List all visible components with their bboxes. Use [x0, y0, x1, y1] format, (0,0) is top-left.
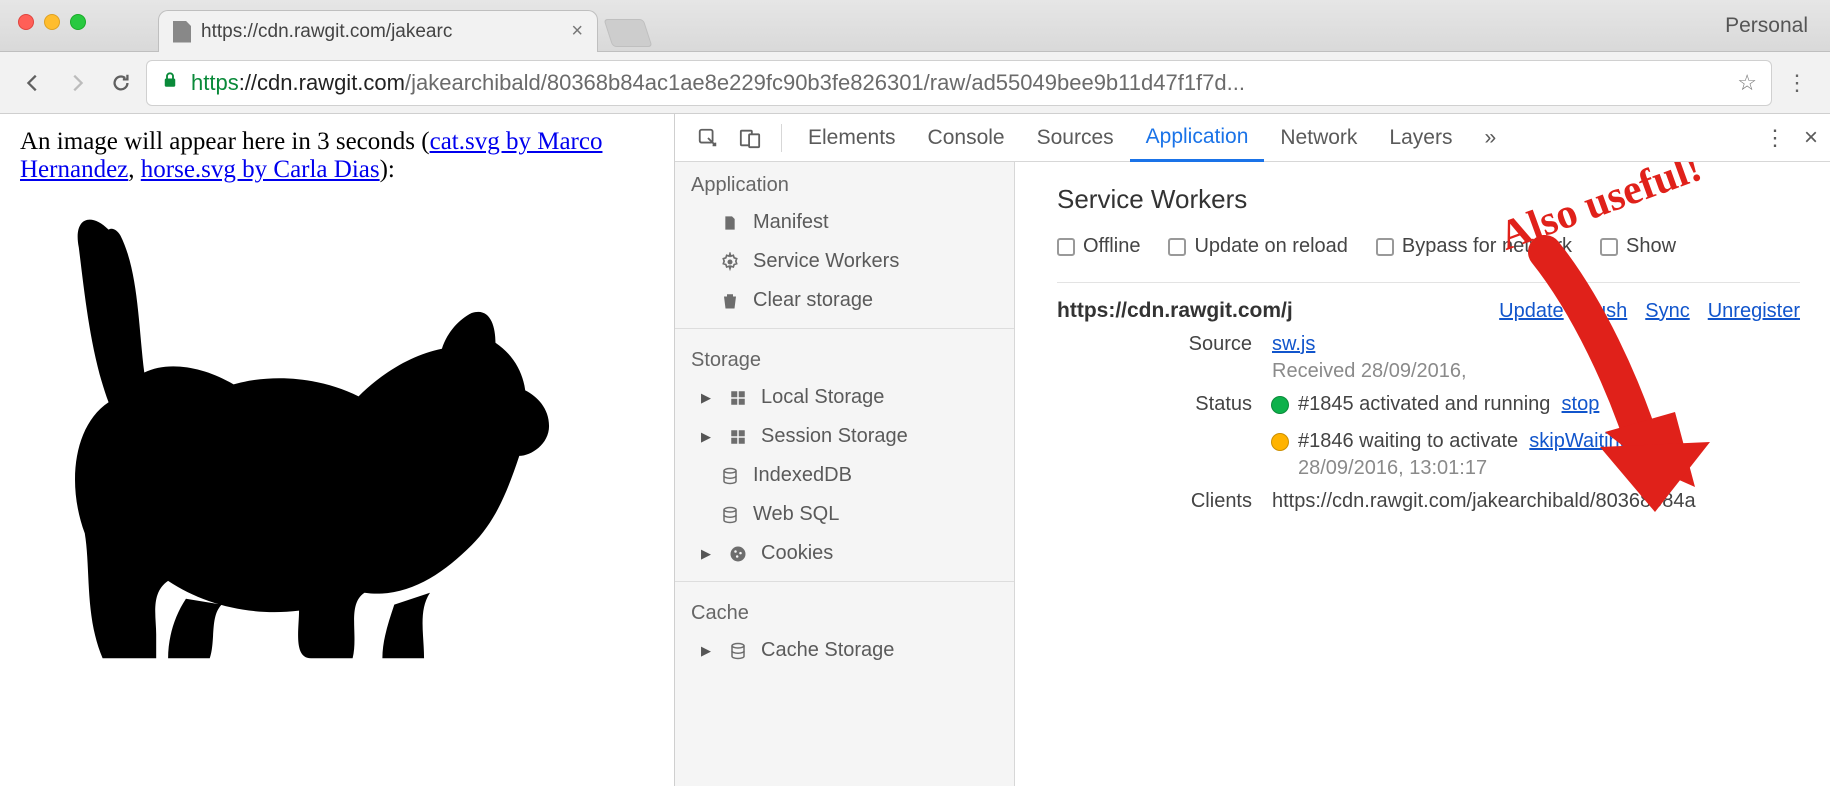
- address-bar[interactable]: https://cdn.rawgit.com/jakearchibald/803…: [146, 60, 1772, 106]
- sidebar-item-cookies[interactable]: ▶ Cookies: [675, 534, 1014, 573]
- tab-application[interactable]: Application: [1130, 114, 1265, 162]
- browser-tab[interactable]: https://cdn.rawgit.com/jakearc ×: [158, 10, 598, 52]
- application-sidebar: Application Manifest Service Workers Cle…: [675, 162, 1015, 786]
- database-icon: [719, 504, 741, 526]
- tab-network[interactable]: Network: [1264, 114, 1373, 162]
- row-clients: Clients https://cdn.rawgit.com/jakearchi…: [1057, 490, 1800, 513]
- content-split: An image will appear here in 3 seconds (…: [0, 114, 1830, 786]
- tab-title: https://cdn.rawgit.com/jakearc: [201, 21, 452, 43]
- close-window-button[interactable]: [18, 14, 34, 30]
- titlebar: https://cdn.rawgit.com/jakearc × Persona…: [0, 0, 1830, 52]
- bookmark-star-icon[interactable]: ☆: [1737, 70, 1757, 96]
- tab-sources[interactable]: Sources: [1021, 114, 1130, 162]
- sidebar-item-websql[interactable]: Web SQL: [675, 495, 1014, 534]
- database-icon: [719, 465, 741, 487]
- file-icon: [719, 212, 741, 234]
- tab-console[interactable]: Console: [912, 114, 1021, 162]
- sb-section-cache: Cache: [675, 590, 1014, 631]
- sw-sync-link[interactable]: Sync: [1645, 300, 1689, 323]
- page-text: An image will appear here in 3 seconds (…: [20, 128, 654, 184]
- status-dot-green-icon: [1272, 397, 1288, 413]
- browser-menu-button[interactable]: ⋮: [1778, 70, 1816, 96]
- sidebar-item-clear-storage[interactable]: Clear storage: [675, 281, 1014, 320]
- expand-icon[interactable]: ▶: [701, 643, 715, 659]
- sw-source-file[interactable]: sw.js: [1272, 333, 1315, 355]
- window-controls: [0, 0, 104, 44]
- sb-section-storage: Storage: [675, 337, 1014, 378]
- sidebar-item-service-workers[interactable]: Service Workers: [675, 242, 1014, 281]
- devtools-tabbar: Elements Console Sources Application Net…: [675, 114, 1830, 162]
- opt-show-all[interactable]: Show: [1600, 235, 1676, 258]
- new-tab-button[interactable]: [603, 19, 652, 47]
- sw-status-1: #1845 activated and running stop: [1272, 393, 1800, 416]
- close-tab-icon[interactable]: ×: [571, 20, 583, 43]
- devtools-close-icon[interactable]: ×: [1804, 124, 1818, 152]
- reload-button[interactable]: [102, 64, 140, 102]
- sb-section-application: Application: [675, 162, 1014, 203]
- sidebar-item-manifest[interactable]: Manifest: [675, 203, 1014, 242]
- tab-layers[interactable]: Layers: [1373, 114, 1468, 162]
- tabs-overflow[interactable]: »: [1468, 114, 1512, 162]
- devtools-menu-icon[interactable]: ⋮: [1764, 125, 1786, 151]
- sw-clients-url: https://cdn.rawgit.com/jakearchibald/803…: [1272, 490, 1800, 513]
- sw-stop-link[interactable]: stop: [1562, 393, 1600, 415]
- file-icon: [173, 21, 191, 43]
- expand-icon[interactable]: ▶: [701, 546, 715, 562]
- sw-push-link[interactable]: Push: [1582, 300, 1628, 323]
- maximize-window-button[interactable]: [70, 14, 86, 30]
- expand-icon[interactable]: ▶: [701, 390, 715, 406]
- profile-label[interactable]: Personal: [1725, 14, 1808, 38]
- url-text: https://cdn.rawgit.com/jakearchibald/803…: [191, 70, 1245, 96]
- row-source: Source sw.js Received 28/09/2016,: [1057, 333, 1800, 383]
- sw-skipwaiting-link[interactable]: skipWaiting: [1529, 430, 1631, 452]
- sidebar-item-local-storage[interactable]: ▶ Local Storage: [675, 378, 1014, 417]
- page-viewport: An image will appear here in 3 seconds (…: [0, 114, 675, 786]
- trash-icon: [719, 290, 741, 312]
- grid-icon: [727, 387, 749, 409]
- sidebar-item-indexeddb[interactable]: IndexedDB: [675, 456, 1014, 495]
- sw-status-2-time: 28/09/2016, 13:01:17: [1298, 457, 1800, 480]
- device-toolbar-icon[interactable]: [729, 117, 771, 159]
- sw-unregister-link[interactable]: Unregister: [1708, 300, 1800, 323]
- cookie-icon: [727, 543, 749, 565]
- panel-title: Service Workers: [1057, 184, 1800, 215]
- service-workers-panel: Service Workers Offline Update on reload…: [1015, 162, 1830, 786]
- sidebar-item-cache-storage[interactable]: ▶ Cache Storage: [675, 631, 1014, 670]
- row-status: Status #1845 activated and running stop …: [1057, 393, 1800, 480]
- opt-offline[interactable]: Offline: [1057, 235, 1140, 258]
- sw-received: Received 28/09/2016,: [1272, 360, 1800, 383]
- status-dot-orange-icon: [1272, 434, 1288, 450]
- cat-image: [20, 188, 654, 695]
- sidebar-item-session-storage[interactable]: ▶ Session Storage: [675, 417, 1014, 456]
- link-horse-svg[interactable]: horse.svg by Carla Dias: [141, 156, 380, 183]
- tab-elements[interactable]: Elements: [792, 114, 912, 162]
- gear-icon: [719, 251, 741, 273]
- forward-button[interactable]: [58, 64, 96, 102]
- inspect-element-icon[interactable]: [687, 117, 729, 159]
- back-button[interactable]: [14, 64, 52, 102]
- sw-origin-row: https://cdn.rawgit.com/j Update Push Syn…: [1057, 299, 1800, 323]
- opt-update-on-reload[interactable]: Update on reload: [1168, 235, 1347, 258]
- expand-icon[interactable]: ▶: [701, 429, 715, 445]
- minimize-window-button[interactable]: [44, 14, 60, 30]
- lock-icon: [161, 70, 179, 96]
- sw-options: Offline Update on reload Bypass for netw…: [1057, 235, 1800, 258]
- sw-status-2: #1846 waiting to activate skipWaiting 28…: [1272, 430, 1800, 480]
- sw-update-link[interactable]: Update: [1499, 300, 1564, 323]
- devtools: Elements Console Sources Application Net…: [675, 114, 1830, 786]
- opt-bypass-network[interactable]: Bypass for network: [1376, 235, 1572, 258]
- grid-icon: [727, 426, 749, 448]
- database-icon: [727, 640, 749, 662]
- toolbar: https://cdn.rawgit.com/jakearchibald/803…: [0, 52, 1830, 114]
- sw-origin: https://cdn.rawgit.com/j: [1057, 299, 1293, 323]
